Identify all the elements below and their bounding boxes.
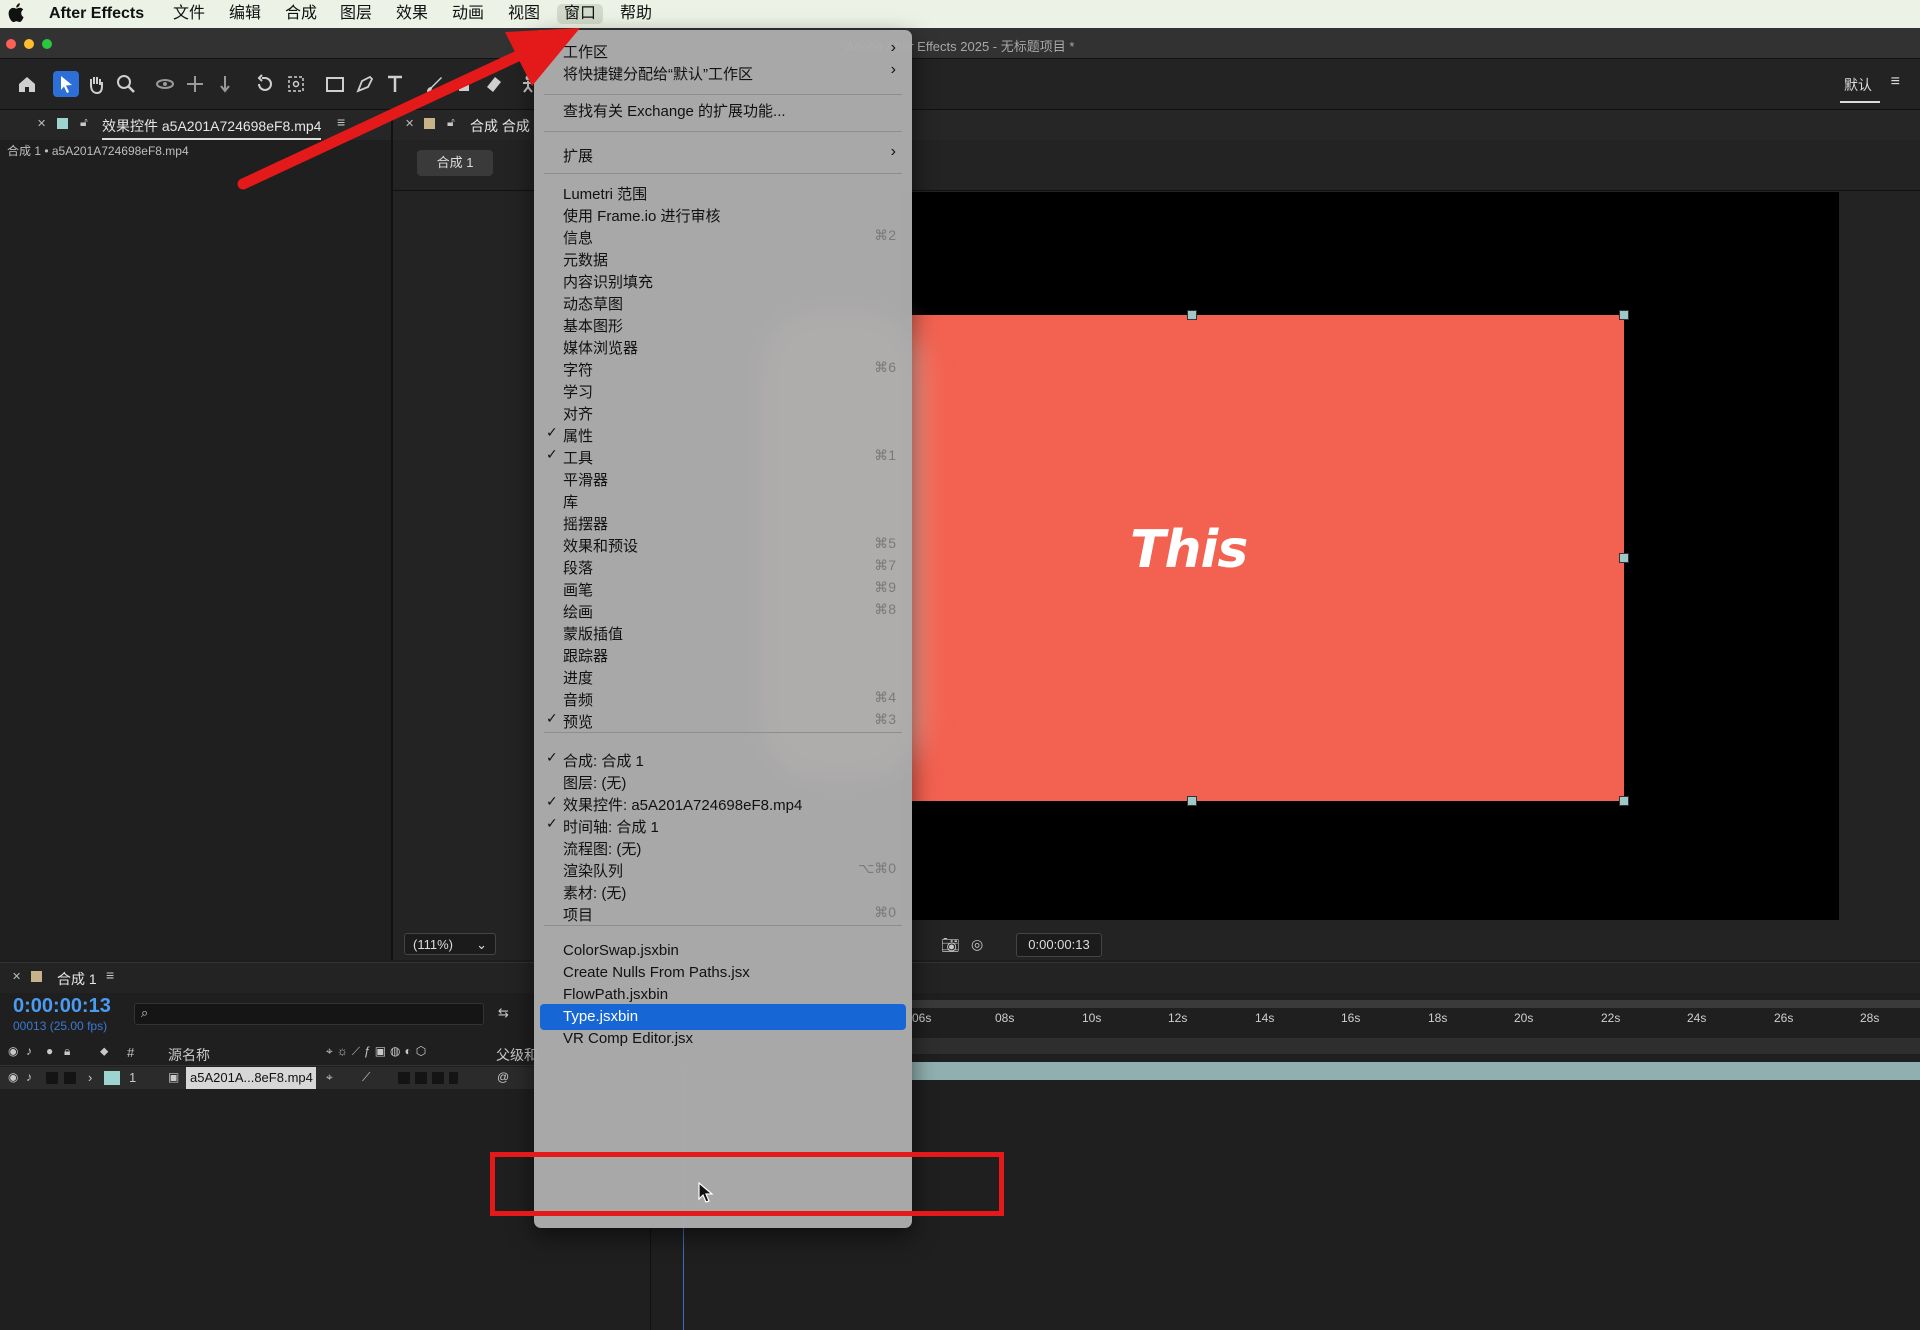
menu-item-label: VR Comp Editor.jsx <box>563 1030 694 1047</box>
solo-icon: ● <box>46 1044 54 1058</box>
work-area-bar[interactable] <box>912 1000 1920 1008</box>
zoom-value: (111%) <box>413 937 453 952</box>
menu-item[interactable]: 项目 ⌘0 <box>534 900 912 926</box>
transform-handle[interactable] <box>1619 310 1629 320</box>
menu-item[interactable]: ✓ 预览 ⌘3 <box>534 707 912 733</box>
ruler-tick-label: 20s <box>1514 1011 1534 1025</box>
checkmark-icon: ✓ <box>546 793 558 809</box>
transform-handle[interactable] <box>1619 796 1629 806</box>
parent-pickwhip-icon[interactable]: @ <box>497 1070 509 1084</box>
mouse-cursor-icon <box>698 1181 714 1207</box>
close-tab-icon[interactable]: ✕ <box>12 970 21 983</box>
menu-item-label: ColorSwap.jsxbin <box>563 942 679 959</box>
menu-item-shortcut: ⌘6 <box>874 359 896 375</box>
layer-name[interactable]: a5A201A...8eF8.mp4 <box>186 1067 316 1089</box>
annotation-arrow <box>237 28 580 190</box>
quality-switch-icon[interactable]: ⟋ <box>362 1070 370 1085</box>
effect-controls-panel: ✕ 🔓︎ 效果控件 a5A201A724698eF8.mp4 ≡ 合成 1 • … <box>0 110 393 960</box>
footage-file-icon: ▣ <box>168 1070 180 1084</box>
checkmark-icon: ✓ <box>546 446 558 462</box>
composition-text-layer[interactable]: This <box>1130 520 1248 580</box>
frame-rate-info: 00013 (25.00 fps) <box>13 1019 108 1033</box>
menu-item-shortcut: ⌘8 <box>874 601 896 617</box>
label-color-swatch <box>31 971 42 982</box>
menu-item-shortcut: ⌘1 <box>874 447 896 463</box>
layer-switches[interactable] <box>398 1072 458 1084</box>
current-time-field[interactable]: 0:00:00:13 <box>1016 933 1102 957</box>
annotation-highlight-box <box>490 1152 1004 1216</box>
layer-index: 1 <box>129 1070 137 1085</box>
switches-icons: ⌖☼⟋ƒ▣◍◐⬡ <box>326 1044 431 1058</box>
layer-label-swatch[interactable] <box>104 1071 120 1085</box>
checkmark-icon: ✓ <box>546 424 558 440</box>
menu-item-shortcut: ⌘0 <box>874 904 896 920</box>
ruler-tick-label: 22s <box>1601 1011 1621 1025</box>
column-source-name[interactable]: 源名称 <box>168 1045 210 1065</box>
menu-item-shortcut: ⌘4 <box>874 689 896 705</box>
zoom-select[interactable]: (111%) ⌄ <box>404 933 496 955</box>
time-navigator[interactable] <box>912 1038 1920 1054</box>
label-tag-icon: ⬥ <box>100 1044 109 1058</box>
composition-flowchart-icon[interactable]: ⇆ <box>498 1005 509 1021</box>
ruler-tick-label: 26s <box>1774 1011 1794 1025</box>
menu-item-shortcut: ⌘5 <box>874 535 896 551</box>
timeline-search-input[interactable]: ⌕ <box>134 1003 484 1025</box>
ruler-tick-label: 28s <box>1860 1011 1880 1025</box>
ruler-tick-label: 14s <box>1255 1011 1275 1025</box>
workspace-menu-icon[interactable]: ≡ <box>1891 73 1900 91</box>
column-number: # <box>127 1045 135 1060</box>
menu-item[interactable]: VR Comp Editor.jsx <box>534 1026 912 1052</box>
ruler-tick-label: 12s <box>1168 1011 1188 1025</box>
timeline-panel: ✕ 合成 1 ≡ 0:00:00:13 00013 (25.00 fps) ⌕ … <box>0 962 1920 1330</box>
chevron-right-icon[interactable]: › <box>88 1070 92 1085</box>
shy-switch-icon[interactable]: ⌖ <box>326 1070 333 1085</box>
menu-item-label: 项目 <box>563 907 594 924</box>
search-icon: ⌕ <box>141 1005 149 1020</box>
visibility-eye-icon[interactable]: ◉ <box>8 1070 18 1084</box>
eye-icon: ◉ <box>8 1044 19 1058</box>
audio-icon: ♪ <box>26 1044 32 1058</box>
ruler-tick-label: 08s <box>995 1011 1015 1025</box>
transform-handle[interactable] <box>1619 553 1629 563</box>
menu-item-label: FlowPath.jsxbin <box>563 986 669 1003</box>
workspace-default-tab[interactable]: 默认 <box>1840 75 1880 103</box>
show-snapshot-icon[interactable]: ◎ <box>971 936 983 953</box>
layer-duration-bar[interactable] <box>912 1062 1920 1080</box>
transform-handle[interactable] <box>1187 796 1197 806</box>
menu-item-shortcut: ⌘7 <box>874 557 896 573</box>
menu-item-label: Create Nulls From Paths.jsx <box>563 964 750 981</box>
ruler-tick-label: 16s <box>1341 1011 1361 1025</box>
panel-menu-icon[interactable]: ≡ <box>106 967 114 983</box>
column-parent[interactable]: 父级和 <box>496 1045 538 1065</box>
ruler-tick-label: 06s <box>912 1011 932 1025</box>
solo-toggle[interactable] <box>46 1072 58 1084</box>
lock-toggle[interactable] <box>64 1072 76 1084</box>
timeline-tab-label[interactable]: 合成 1 <box>57 969 97 989</box>
chevron-down-icon: ⌄ <box>476 937 487 952</box>
ruler-tick-label: 10s <box>1082 1011 1102 1025</box>
composition-layer-solid[interactable] <box>912 315 1624 801</box>
ruler-tick-label: 18s <box>1428 1011 1448 1025</box>
current-time-display[interactable]: 0:00:00:13 <box>13 995 111 1018</box>
window-dropdown-menu: 工作区 › 将快捷键分配给“默认”工作区 › 查找有关 Exchange 的扩展功能..… <box>534 30 912 1228</box>
checkmark-icon: ✓ <box>546 815 558 831</box>
transform-handle[interactable] <box>1187 310 1197 320</box>
lock-column-icon: 🔒︎ <box>64 1044 71 1058</box>
checkmark-icon: ✓ <box>546 710 558 726</box>
snapshot-camera-icon[interactable]: 📷︎ <box>941 936 960 954</box>
menu-item-label: Type.jsxbin <box>563 1008 639 1025</box>
menu-item-shortcut: ⌘3 <box>874 711 896 727</box>
audio-toggle-icon[interactable]: ♪ <box>26 1070 32 1084</box>
ruler-tick-label: 24s <box>1687 1011 1707 1025</box>
menu-item-shortcut: ⌥⌘0 <box>858 860 896 876</box>
menu-item-shortcut: ⌘2 <box>874 227 896 243</box>
menu-item-shortcut: ⌘9 <box>874 579 896 595</box>
checkmark-icon: ✓ <box>546 749 558 765</box>
timeline-tabbar: ✕ 合成 1 ≡ <box>0 963 1920 993</box>
menu-item-label: 预览 <box>563 714 594 731</box>
